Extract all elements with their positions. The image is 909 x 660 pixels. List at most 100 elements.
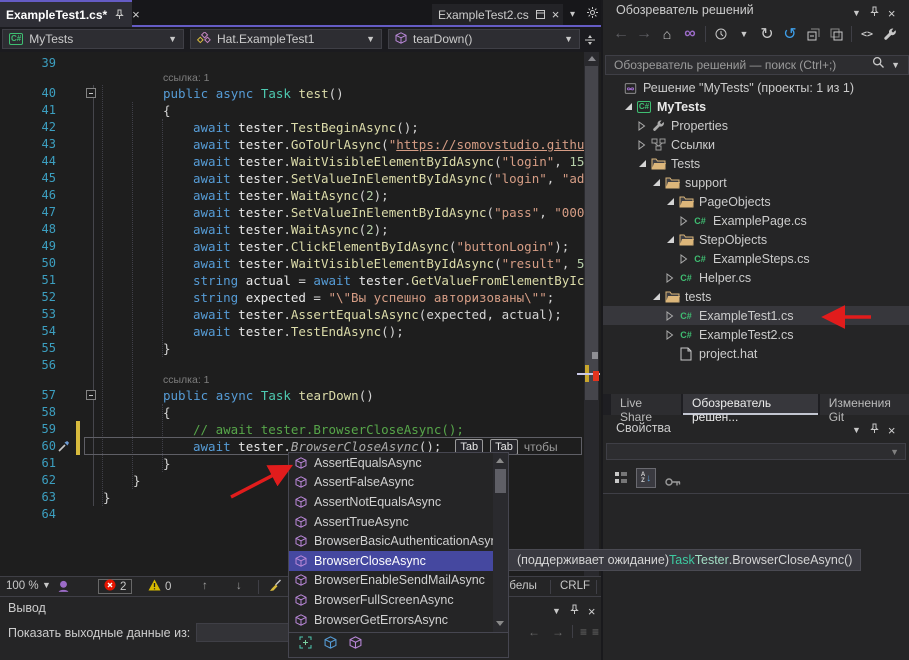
code-line-47[interactable]: 47await tester.SetValueInElementByIdAsyn…	[0, 204, 584, 221]
completion-item-browserenablesendmailasync[interactable]: BrowserEnableSendMailAsync	[289, 571, 493, 591]
glyph-margin[interactable]	[56, 204, 103, 221]
close-icon[interactable]: ×	[132, 8, 140, 21]
member-dropdown[interactable]: tearDown() ▼	[388, 29, 580, 49]
code-line-56[interactable]: 56	[0, 357, 584, 374]
tree-item-exampletest1.cs[interactable]: C#ExampleTest1.cs	[603, 306, 909, 325]
method-filter-icon[interactable]	[349, 636, 362, 654]
chevron-down-icon[interactable]: ▼	[891, 60, 900, 70]
glyph-margin[interactable]	[56, 119, 103, 136]
categorized-view-icon[interactable]	[614, 471, 628, 489]
code-line-39[interactable]: 39	[0, 55, 584, 72]
expander-filter-icon[interactable]	[299, 636, 312, 654]
prev-issue-icon[interactable]: ↑	[202, 580, 208, 592]
glyph-margin[interactable]	[56, 387, 103, 404]
code-line-42[interactable]: 42await tester.TestBeginAsync();	[0, 119, 584, 136]
scrollbar-up-arrow-icon[interactable]	[496, 458, 504, 463]
expander-closed-icon[interactable]	[663, 311, 677, 321]
search-icon[interactable]	[872, 56, 885, 74]
tree-item-tests[interactable]: Tests	[603, 154, 909, 173]
pin-icon[interactable]	[869, 421, 880, 439]
view-code-icon[interactable]: <>	[859, 26, 875, 42]
code-line-46[interactable]: 46await tester.WaitAsync(2);	[0, 187, 584, 204]
pin-icon[interactable]	[569, 602, 580, 620]
alphabetical-sort-icon[interactable]: AZ↓	[636, 468, 656, 488]
glyph-margin[interactable]	[56, 55, 103, 72]
glyph-margin[interactable]	[56, 489, 103, 506]
tree-item-support[interactable]: support	[603, 173, 909, 192]
code-line-52[interactable]: 52string expected = "\"Вы успешно автори…	[0, 289, 584, 306]
properties-wrench-icon[interactable]	[882, 26, 898, 42]
expander-open-icon[interactable]	[663, 235, 677, 244]
completion-item-assertequalsasync[interactable]: AssertEqualsAsync	[289, 453, 493, 473]
expander-closed-icon[interactable]	[635, 121, 649, 131]
glyph-margin[interactable]	[56, 357, 103, 374]
pending-changes-filter-icon[interactable]	[713, 26, 729, 42]
expander-closed-icon[interactable]	[635, 140, 649, 150]
home-icon[interactable]: ⌂	[659, 26, 675, 42]
tab-exampletest2[interactable]: ExampleTest2.cs ×	[432, 4, 563, 25]
error-indicator[interactable]: 2	[98, 579, 132, 594]
tree-item-pageobjects[interactable]: PageObjects	[603, 192, 909, 211]
code-line-53[interactable]: 53await tester.AssertEqualsAsync(expecte…	[0, 306, 584, 323]
glyph-margin[interactable]	[56, 306, 103, 323]
tree-item-tests[interactable]: tests	[603, 287, 909, 306]
solution-search-box[interactable]: Обозреватель решений — поиск (Ctrl+;) ▼	[605, 55, 909, 75]
glyph-margin[interactable]	[56, 421, 103, 438]
expander-open-icon[interactable]	[621, 102, 635, 111]
completion-item-browsercloseasync[interactable]: BrowserCloseAsync	[289, 551, 493, 571]
glyph-margin[interactable]	[56, 472, 103, 489]
glyph-margin[interactable]	[56, 136, 103, 153]
warning-indicator[interactable]: 0	[148, 579, 171, 594]
tree-item--mytests-1-1-[interactable]: Решение "MyTests" (проекты: 1 из 1)	[603, 78, 909, 97]
open-documents-dropdown-icon[interactable]: ▾	[570, 9, 575, 20]
expander-closed-icon[interactable]	[677, 216, 691, 226]
tree-item-mytests[interactable]: C#MyTests	[603, 97, 909, 116]
collapse-all-icon[interactable]	[805, 26, 821, 42]
expander-open-icon[interactable]	[663, 197, 677, 206]
glyph-margin[interactable]	[56, 170, 103, 187]
properties-object-dropdown[interactable]: ▼	[606, 443, 906, 460]
forward-icon[interactable]: →	[636, 26, 652, 42]
expander-closed-icon[interactable]	[677, 254, 691, 264]
glyph-margin[interactable]	[56, 323, 103, 340]
completion-item-assertnotequalsasync[interactable]: AssertNotEqualsAsync	[289, 492, 493, 512]
code-line-44[interactable]: 44await tester.WaitVisibleElementByIdAsy…	[0, 153, 584, 170]
tree-item-helper.cs[interactable]: C#Helper.cs	[603, 268, 909, 287]
close-icon[interactable]: ×	[588, 605, 596, 618]
code-line-45[interactable]: 45await tester.SetValueInElementByIdAsyn…	[0, 170, 584, 187]
code-line-41[interactable]: 41{	[0, 102, 584, 119]
glyph-margin[interactable]	[56, 187, 103, 204]
back-icon[interactable]: ←	[613, 26, 629, 42]
word-wrap-icon[interactable]: ≡	[580, 625, 587, 639]
show-all-files-icon[interactable]	[828, 26, 844, 42]
glyph-margin[interactable]	[56, 153, 103, 170]
expander-open-icon[interactable]	[649, 292, 663, 301]
scrollbar-up-arrow-icon[interactable]	[588, 56, 596, 61]
code-line-55[interactable]: 55}	[0, 340, 584, 357]
snippet-filter-icon[interactable]	[324, 636, 337, 654]
tree-item-exampletest2.cs[interactable]: C#ExampleTest2.cs	[603, 325, 909, 344]
tree-item-stepobjects[interactable]: StepObjects	[603, 230, 909, 249]
zoom-level[interactable]: 100 %	[6, 580, 39, 592]
chevron-down-icon[interactable]: ▼	[42, 580, 51, 590]
refresh-icon[interactable]: ↻	[759, 26, 775, 42]
chevron-down-icon[interactable]: ▼	[552, 606, 561, 616]
sync-with-active-document-icon[interactable]: ∞	[682, 26, 698, 42]
property-pages-key-icon[interactable]	[665, 474, 681, 492]
sync-refresh-icon[interactable]: ↺	[782, 26, 798, 42]
project-dropdown[interactable]: C# MyTests ▼	[2, 29, 184, 49]
fold-collapse-icon[interactable]	[86, 390, 96, 400]
next-message-icon[interactable]: →	[552, 625, 564, 639]
glyph-margin[interactable]	[56, 85, 103, 102]
completion-item-browsergeterrorsasync[interactable]: BrowserGetErrorsAsync	[289, 610, 493, 630]
completion-item-assertfalseasync[interactable]: AssertFalseAsync	[289, 473, 493, 493]
keep-open-icon[interactable]	[535, 8, 546, 21]
code-line-48[interactable]: 48await tester.WaitAsync(2);	[0, 221, 584, 238]
glyph-margin[interactable]	[56, 438, 103, 455]
glyph-margin[interactable]	[56, 455, 103, 472]
chevron-down-icon[interactable]: ▼	[852, 425, 861, 435]
expander-closed-icon[interactable]	[663, 273, 677, 283]
expander-open-icon[interactable]	[635, 159, 649, 168]
tree-item-examplepage.cs[interactable]: C#ExamplePage.cs	[603, 211, 909, 230]
glyph-margin[interactable]	[56, 102, 103, 119]
